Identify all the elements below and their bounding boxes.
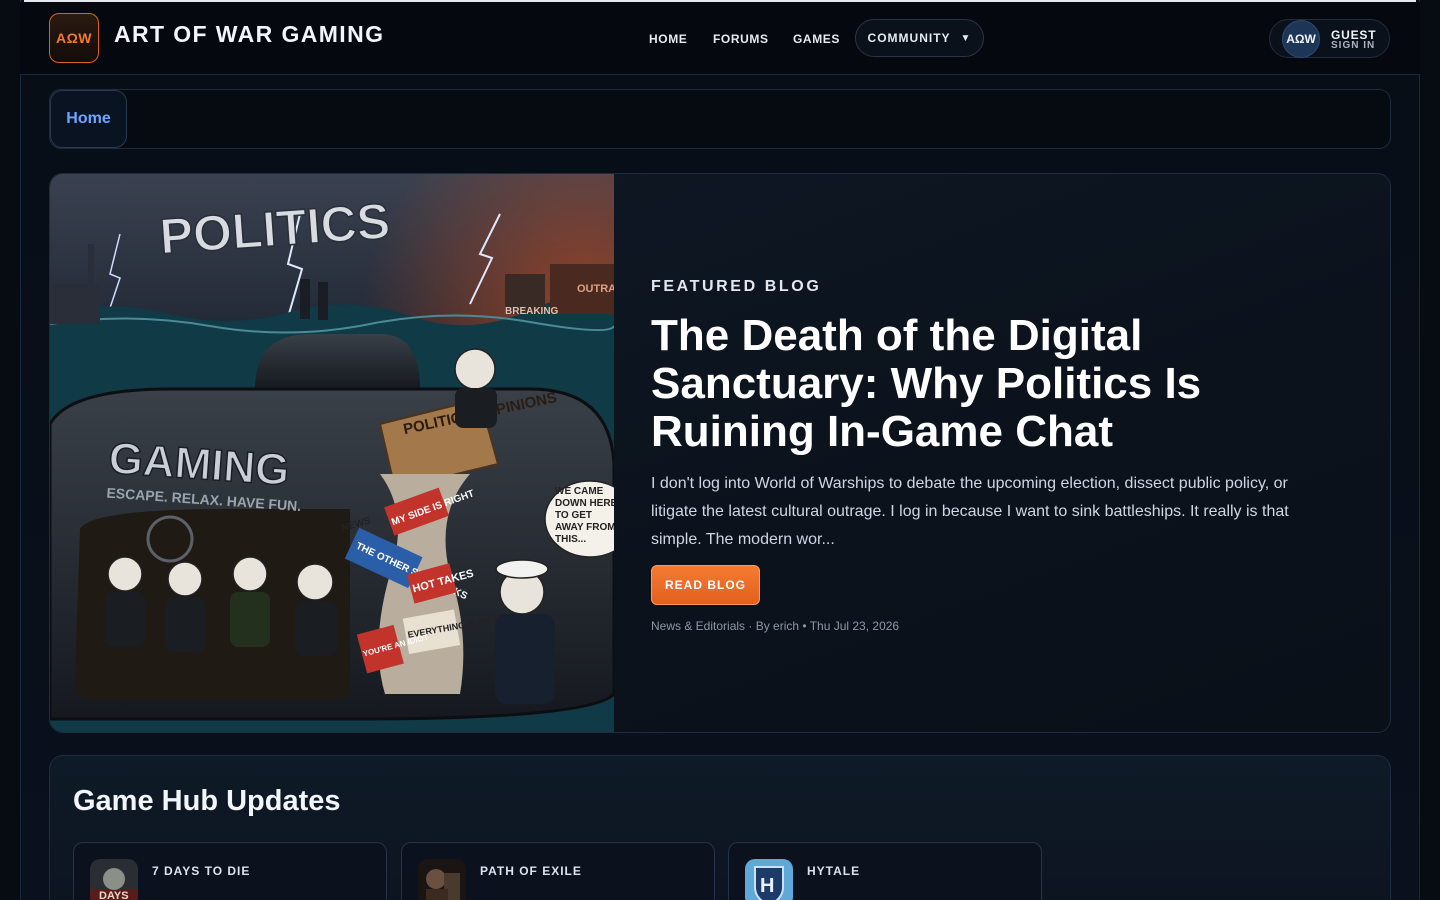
- featured-title[interactable]: The Death of the Digital Sanctuary: Why …: [651, 312, 1291, 456]
- community-label: COMMUNITY: [867, 31, 951, 45]
- nav-games[interactable]: GAMES: [793, 32, 840, 46]
- nav-forums[interactable]: FORUMS: [713, 32, 769, 46]
- monument: [88, 244, 94, 304]
- avatar: AΩW: [1282, 20, 1320, 58]
- nav-community-dropdown[interactable]: COMMUNITY ▼: [855, 19, 984, 57]
- pundit-figure: [454, 348, 497, 428]
- sign-in-link[interactable]: SIGN IN: [1331, 40, 1375, 51]
- featured-eyebrow: FEATURED BLOG: [651, 278, 822, 295]
- image-tag-outrage: OUTRAGE 24/7: [577, 283, 614, 295]
- nav-home[interactable]: HOME: [649, 32, 687, 46]
- shield-h-icon: H: [745, 859, 793, 900]
- avatar-text: AΩW: [1286, 32, 1316, 46]
- section-title: Game Hub Updates: [73, 785, 341, 817]
- featured-blog-card: POLITICAL OPINIONS MY SIDE IS RIGHT THE …: [49, 173, 1391, 733]
- game-card-hytale[interactable]: H HYTALE: [728, 842, 1042, 900]
- image-tag-breaking: BREAKING: [505, 306, 559, 317]
- svg-text:H: H: [760, 875, 774, 897]
- user-menu[interactable]: AΩW GUEST SIGN IN: [1269, 19, 1390, 58]
- featured-excerpt: I don't log into World of Warships to de…: [651, 475, 1289, 548]
- read-blog-button[interactable]: READ BLOG: [651, 565, 760, 605]
- logo-text: AΩW: [55, 30, 93, 46]
- chevron-down-icon: ▼: [960, 32, 972, 44]
- game-name: 7 DAYS TO DIE: [152, 864, 251, 878]
- site-header: AΩW ART OF WAR GAMING HOME FORUMS GAMES …: [20, 2, 1420, 75]
- game-name: PATH OF EXILE: [480, 864, 582, 878]
- dark-warrior-icon: [418, 859, 466, 900]
- speech-bubble: WE CAME DOWN HERE TO GET AWAY FROM THIS.…: [544, 480, 614, 558]
- game-name: HYTALE: [807, 864, 861, 878]
- zombie-game-icon: DAYS: [90, 859, 138, 900]
- featured-meta: News & Editorials · By erich • Thu Jul 2…: [651, 619, 900, 633]
- featured-blog-image[interactable]: POLITICAL OPINIONS MY SIDE IS RIGHT THE …: [50, 174, 614, 732]
- periscope: [318, 282, 328, 320]
- site-logo[interactable]: AΩW: [49, 13, 99, 63]
- periscope: [300, 279, 310, 319]
- breadcrumb: Home: [49, 89, 1391, 149]
- svg-text:DAYS: DAYS: [99, 890, 129, 900]
- game-card-7-days-to-die[interactable]: DAYS 7 DAYS TO DIE: [73, 842, 387, 900]
- site-title[interactable]: ART OF WAR GAMING: [114, 21, 384, 48]
- breadcrumb-home[interactable]: Home: [50, 90, 127, 148]
- game-hub-updates: Game Hub Updates DAYS 7 DAYS TO DIE PATH…: [49, 755, 1391, 900]
- submarine-tower: [255, 334, 420, 389]
- game-card-path-of-exile[interactable]: PATH OF EXILE: [401, 842, 715, 900]
